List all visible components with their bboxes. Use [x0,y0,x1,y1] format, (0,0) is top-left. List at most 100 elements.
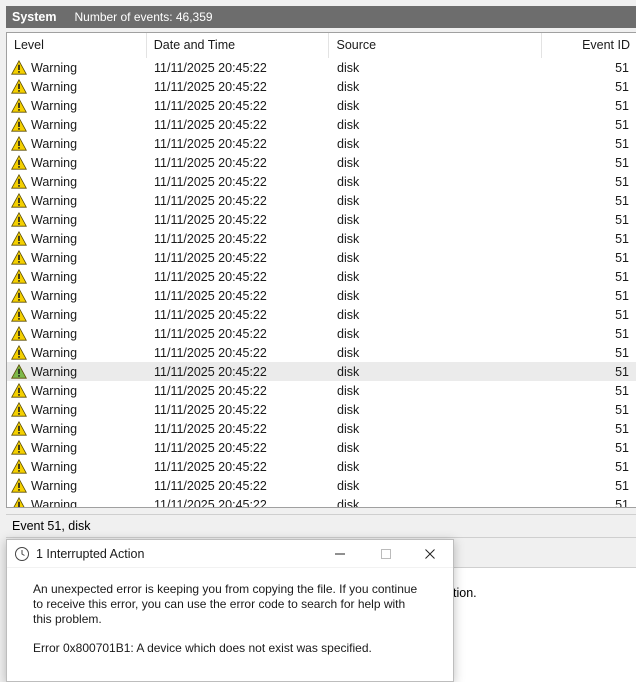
table-row[interactable]: Warning 11/11/2025 20:45:22 disk 51 [7,286,636,305]
cell-date-time: 11/11/2025 20:45:22 [154,98,267,113]
table-row[interactable]: Warning 11/11/2025 20:45:22 disk 51 [7,96,636,115]
table-row[interactable]: Warning 11/11/2025 20:45:22 disk 51 [7,134,636,153]
cell-event-id: 51 [615,212,629,227]
cell-level: Warning [7,174,147,189]
cell-source: disk [337,345,360,360]
table-row[interactable]: Warning 11/11/2025 20:45:22 disk 51 [7,400,636,419]
cell-date-time: 11/11/2025 20:45:22 [154,212,267,227]
cell-level: Warning [7,345,147,360]
warning-triangle-icon [11,440,27,455]
cell-event-id: 51 [615,402,629,417]
level-text: Warning [31,307,78,322]
cell-event-id: 51 [615,136,629,151]
warning-triangle-icon [11,478,27,493]
minimize-button[interactable] [317,540,363,568]
dialog-message: An unexpected error is keeping you from … [33,582,418,626]
cell-level: Warning [7,326,147,341]
level-text: Warning [31,250,78,265]
cell-source: disk [337,383,360,398]
cell-level: Warning [7,421,147,436]
table-row[interactable]: Warning 11/11/2025 20:45:22 disk 51 [7,305,636,324]
level-text: Warning [31,421,78,436]
warning-triangle-icon [11,193,27,208]
table-row[interactable]: Warning 11/11/2025 20:45:22 disk 51 [7,381,636,400]
cell-date-time: 11/11/2025 20:45:22 [154,459,267,474]
table-row[interactable]: Warning 11/11/2025 20:45:22 disk 51 [7,457,636,476]
cell-source: disk [337,459,360,474]
level-text: Warning [31,478,78,493]
cell-level: Warning [7,459,147,474]
cell-date-time: 11/11/2025 20:45:22 [154,174,267,189]
column-header: Level Date and Time Source Event ID [7,33,636,58]
table-row[interactable]: Warning 11/11/2025 20:45:22 disk 51 [7,191,636,210]
event-list[interactable]: Level Date and Time Source Event ID Warn… [6,32,636,508]
cell-source: disk [337,212,360,227]
table-row[interactable]: Warning 11/11/2025 20:45:22 disk 51 [7,419,636,438]
table-row[interactable]: Warning 11/11/2025 20:45:22 disk 51 [7,115,636,134]
cell-date-time: 11/11/2025 20:45:22 [154,288,267,303]
level-text: Warning [31,231,78,246]
close-button[interactable] [407,540,453,568]
cell-date-time: 11/11/2025 20:45:22 [154,326,267,341]
dialog-titlebar: 1 Interrupted Action [7,540,453,568]
close-icon [425,549,435,559]
table-row[interactable]: Warning 11/11/2025 20:45:22 disk 51 [7,229,636,248]
table-row[interactable]: Warning 11/11/2025 20:45:22 disk 51 [7,343,636,362]
cell-event-id: 51 [615,307,629,322]
cell-source: disk [337,174,360,189]
cell-source: disk [337,421,360,436]
cell-date-time: 11/11/2025 20:45:22 [154,60,267,75]
cell-date-time: 11/11/2025 20:45:22 [154,117,267,132]
cell-event-id: 51 [615,155,629,170]
level-text: Warning [31,440,78,455]
cell-source: disk [337,478,360,493]
cell-level: Warning [7,288,147,303]
column-event-id[interactable]: Event ID [542,33,636,58]
cell-date-time: 11/11/2025 20:45:22 [154,79,267,94]
table-row[interactable]: Warning 11/11/2025 20:45:22 disk 51 [7,324,636,343]
cell-event-id: 51 [615,79,629,94]
maximize-button[interactable] [363,540,409,568]
table-row[interactable]: Warning 11/11/2025 20:45:22 disk 51 [7,58,636,77]
cell-source: disk [337,402,360,417]
column-date-time[interactable]: Date and Time [147,33,330,58]
cell-level: Warning [7,155,147,170]
cell-event-id: 51 [615,364,629,379]
table-row[interactable]: Warning 11/11/2025 20:45:22 disk 51 [7,476,636,495]
cell-date-time: 11/11/2025 20:45:22 [154,269,267,284]
cell-level: Warning [7,383,147,398]
table-row[interactable]: Warning 11/11/2025 20:45:22 disk 51 [7,210,636,229]
interrupted-action-dialog: 1 Interrupted Action An unexpected error… [6,539,454,682]
warning-triangle-icon [11,136,27,151]
cell-source: disk [337,440,360,455]
cell-event-id: 51 [615,117,629,132]
dialog-title: 1 Interrupted Action [36,546,145,561]
table-row[interactable]: Warning 11/11/2025 20:45:22 disk 51 [7,495,636,507]
cell-level: Warning [7,79,147,94]
level-text: Warning [31,136,78,151]
cell-level: Warning [7,212,147,227]
column-source[interactable]: Source [329,33,543,58]
cell-event-id: 51 [615,288,629,303]
level-text: Warning [31,383,78,398]
level-text: Warning [31,193,78,208]
table-row[interactable]: Warning 11/11/2025 20:45:22 disk 51 [7,362,636,381]
cell-source: disk [337,250,360,265]
cell-level: Warning [7,136,147,151]
table-row[interactable]: Warning 11/11/2025 20:45:22 disk 51 [7,438,636,457]
cell-date-time: 11/11/2025 20:45:22 [154,345,267,360]
table-row[interactable]: Warning 11/11/2025 20:45:22 disk 51 [7,267,636,286]
level-text: Warning [31,212,78,227]
table-row[interactable]: Warning 11/11/2025 20:45:22 disk 51 [7,248,636,267]
warning-triangle-icon [11,250,27,265]
warning-triangle-icon [11,79,27,94]
table-row[interactable]: Warning 11/11/2025 20:45:22 disk 51 [7,153,636,172]
column-level[interactable]: Level [7,33,147,58]
cell-level: Warning [7,117,147,132]
cell-date-time: 11/11/2025 20:45:22 [154,231,267,246]
table-row[interactable]: Warning 11/11/2025 20:45:22 disk 51 [7,172,636,191]
cell-level: Warning [7,497,147,507]
table-row[interactable]: Warning 11/11/2025 20:45:22 disk 51 [7,77,636,96]
cell-source: disk [337,117,360,132]
cell-date-time: 11/11/2025 20:45:22 [154,193,267,208]
